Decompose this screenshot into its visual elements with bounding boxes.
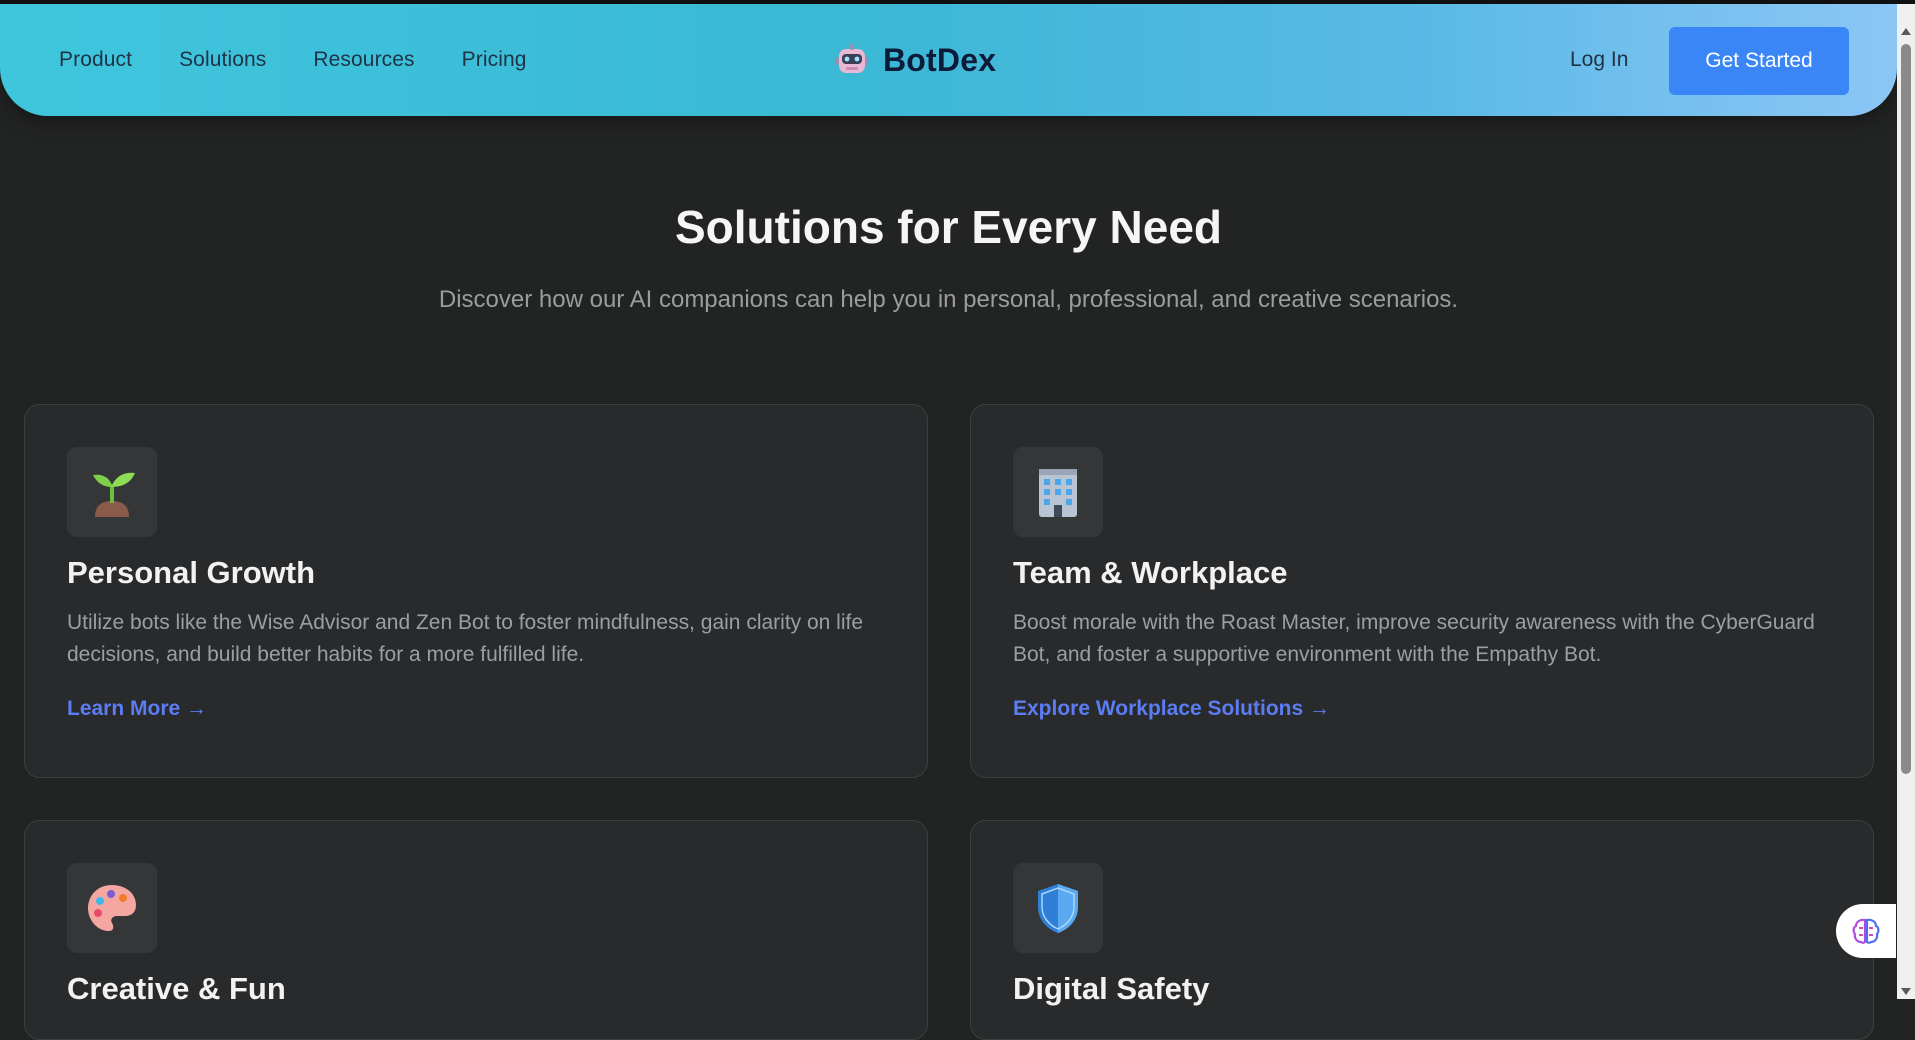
main-nav: Product Solutions Resources Pricing [59, 4, 527, 116]
artist-palette-icon [88, 885, 136, 931]
scroll-up-arrow-icon[interactable] [1901, 28, 1911, 35]
card-digital-safety: Digital Safety [970, 820, 1874, 1040]
learn-more-link[interactable]: Learn More → [67, 697, 207, 721]
scroll-down-arrow-icon[interactable] [1901, 988, 1911, 995]
scroll-thumb[interactable] [1901, 44, 1911, 774]
card-description: Boost morale with the Roast Master, impr… [1013, 611, 1815, 666]
card-title: Team & Workplace [1013, 555, 1288, 590]
brand-logo[interactable]: BotDex [835, 4, 996, 116]
ai-assistant-button[interactable] [1836, 904, 1896, 958]
section-title: Solutions for Every Need [674, 201, 1222, 253]
card-description: Utilize bots like the Wise Advisor and Z… [67, 611, 864, 666]
card-icon-container [1013, 863, 1103, 953]
page-scrollbar[interactable] [1897, 4, 1915, 999]
card-personal-growth: Personal Growth Utilize bots like the Wi… [24, 404, 928, 778]
logo-text: BotDex [883, 41, 997, 78]
card-title: Creative & Fun [67, 971, 286, 1006]
card-icon-container [67, 447, 157, 537]
card-icon-container [67, 863, 157, 953]
brain-icon [1852, 918, 1880, 944]
section-subtitle: Discover how our AI companions can help … [438, 286, 1459, 313]
card-icon-container [1013, 447, 1103, 537]
card-team-workplace: Team & Workplace Boost morale with the R… [970, 404, 1874, 778]
explore-workplace-link[interactable]: Explore Workplace Solutions → [1013, 697, 1330, 721]
nav-pricing[interactable]: Pricing [462, 48, 527, 72]
office-building-icon [1039, 469, 1077, 517]
shield-icon [1038, 884, 1078, 933]
card-title: Digital Safety [1013, 971, 1210, 1006]
nav-product[interactable]: Product [59, 48, 132, 72]
nav-resources[interactable]: Resources [313, 48, 414, 72]
nav-solutions[interactable]: Solutions [179, 48, 266, 72]
seedling-icon [93, 472, 135, 517]
site-header: Product Solutions Resources Pricing BotD… [0, 4, 1897, 116]
robot-icon [836, 44, 868, 73]
get-started-button[interactable]: Get Started [1669, 27, 1849, 95]
card-title: Personal Growth [67, 555, 316, 590]
login-link[interactable]: Log In [1570, 4, 1628, 116]
card-creative-fun: Creative & Fun [24, 820, 928, 1040]
